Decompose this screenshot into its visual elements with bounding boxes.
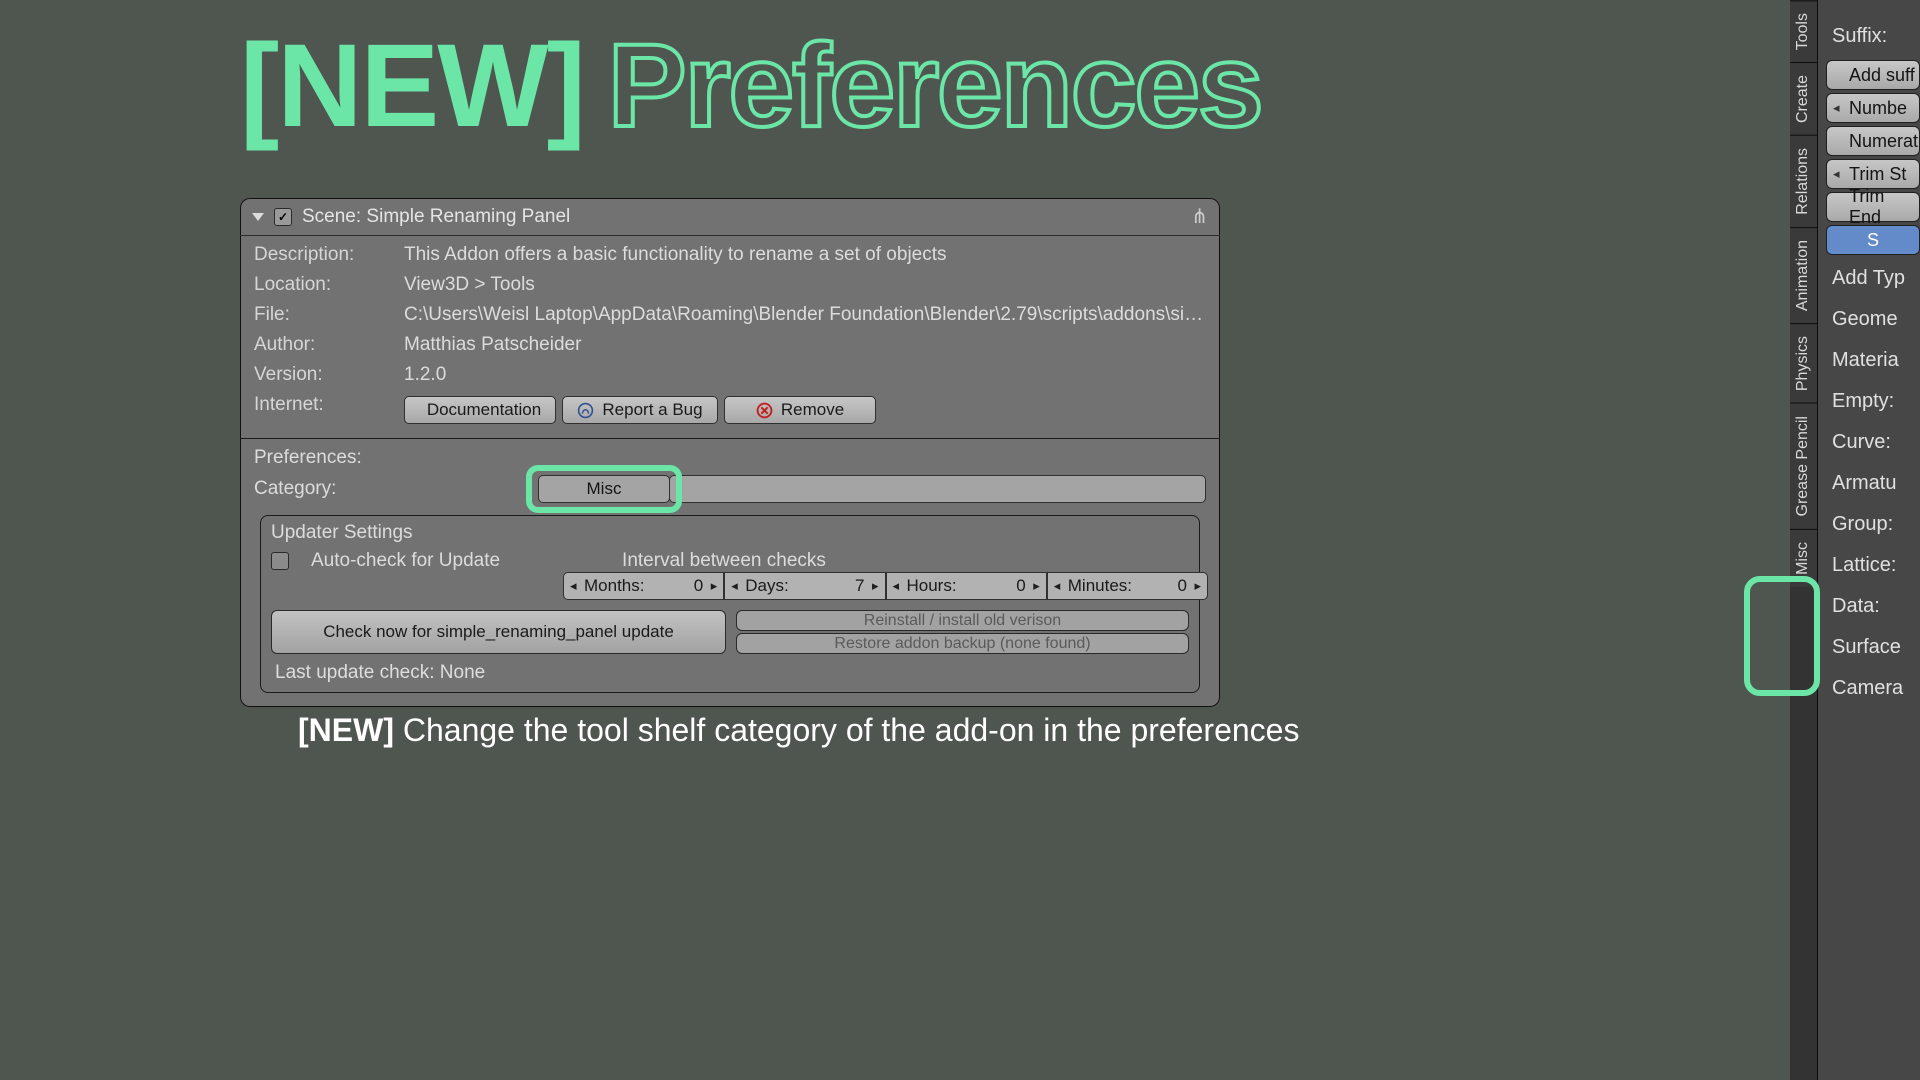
auto-check-checkbox[interactable] (271, 552, 289, 570)
description-value: This Addon offers a basic functionality … (404, 244, 1206, 266)
report-bug-button[interactable]: Report a Bug (562, 396, 718, 424)
remove-icon (756, 402, 773, 419)
documentation-button[interactable]: Documentation (404, 396, 556, 424)
addon-enable-checkbox[interactable] (274, 208, 292, 226)
chevron-right-icon[interactable]: ▸ (1033, 578, 1040, 594)
tool-shelf: Tools Create Relations Animation Physics… (1790, 0, 1920, 1080)
row-geometry: Geome (1818, 299, 1920, 340)
addon-title: Scene: Simple Renaming Panel (302, 206, 1191, 228)
title-tag: [NEW] (240, 20, 584, 152)
bug-icon (577, 402, 594, 419)
number-button[interactable]: Numbe (1826, 93, 1920, 123)
title-word: Preferences (608, 20, 1262, 152)
chevron-left-icon[interactable]: ◂ (1054, 578, 1061, 594)
addon-info: Description:This Addon offers a basic fu… (240, 236, 1220, 438)
updater-heading: Updater Settings (271, 522, 1189, 544)
tab-misc[interactable]: Misc (1790, 529, 1817, 587)
preferences-body: Preferences: Category: Updater Settings … (240, 438, 1220, 707)
row-lattice: Lattice: (1818, 545, 1920, 586)
tab-grease-pencil[interactable]: Grease Pencil (1790, 403, 1817, 529)
add-suffix-button[interactable]: Add suff (1826, 60, 1920, 90)
minutes-spinner[interactable]: ◂Minutes:0▸ (1047, 572, 1208, 600)
author-value: Matthias Patscheider (404, 334, 1206, 356)
preferences-label: Preferences: (254, 447, 1206, 469)
category-field-extend[interactable] (669, 475, 1206, 503)
disclosure-triangle-icon[interactable] (252, 213, 264, 221)
category-label: Category: (254, 478, 538, 500)
version-label: Version: (254, 364, 404, 386)
file-label: File: (254, 304, 404, 326)
description-label: Description: (254, 244, 404, 266)
category-input[interactable] (538, 475, 670, 503)
days-spinner[interactable]: ◂Days:7▸ (724, 572, 885, 600)
tab-physics[interactable]: Physics (1790, 323, 1817, 403)
row-add-type[interactable]: Add Typ (1818, 258, 1920, 299)
addon-preferences-panel: Scene: Simple Renaming Panel ⋔ Descripti… (240, 198, 1220, 707)
tab-relations[interactable]: Relations (1790, 135, 1817, 227)
remove-button[interactable]: Remove (724, 396, 876, 424)
caption: [NEW] Change the tool shelf category of … (298, 712, 1299, 749)
reinstall-button[interactable]: Reinstall / install old verison (736, 610, 1189, 631)
row-material: Materia (1818, 340, 1920, 381)
tool-shelf-body: Suffix: Add suff Numbe Numerat Trim St T… (1818, 0, 1920, 1080)
caption-text: Change the tool shelf category of the ad… (403, 712, 1300, 748)
chevron-left-icon[interactable]: ◂ (570, 578, 577, 594)
last-update-check: Last update check: None (271, 654, 1189, 686)
row-armature: Armatu (1818, 463, 1920, 504)
chevron-left-icon[interactable]: ◂ (893, 578, 900, 594)
suffix-label: Suffix: (1818, 16, 1920, 57)
tab-animation[interactable]: Animation (1790, 227, 1817, 323)
chevron-right-icon[interactable]: ▸ (711, 578, 718, 594)
trim-start-button[interactable]: Trim St (1826, 159, 1920, 189)
author-label: Author: (254, 334, 404, 356)
internet-label: Internet: (254, 394, 404, 430)
tab-tools[interactable]: Tools (1790, 0, 1817, 62)
panel-header: Scene: Simple Renaming Panel ⋔ (240, 198, 1220, 236)
row-curve: Curve: (1818, 422, 1920, 463)
months-spinner[interactable]: ◂Months:0▸ (563, 572, 724, 600)
hours-spinner[interactable]: ◂Hours:0▸ (886, 572, 1047, 600)
chevron-left-icon[interactable]: ◂ (731, 578, 738, 594)
file-value: C:\Users\Weisl Laptop\AppData\Roaming\Bl… (404, 304, 1206, 326)
selected-only-button[interactable]: S (1826, 225, 1920, 255)
check-now-button[interactable]: Check now for simple_renaming_panel upda… (271, 610, 726, 654)
location-value: View3D > Tools (404, 274, 1206, 296)
chevron-right-icon[interactable]: ▸ (1194, 578, 1201, 594)
version-value: 1.2.0 (404, 364, 1206, 386)
row-group: Group: (1818, 504, 1920, 545)
row-camera: Camera (1818, 668, 1920, 709)
chevron-right-icon[interactable]: ▸ (872, 578, 879, 594)
location-label: Location: (254, 274, 404, 296)
tab-create[interactable]: Create (1790, 62, 1817, 135)
auto-check-label: Auto-check for Update (311, 550, 500, 572)
trim-end-button[interactable]: Trim End (1826, 192, 1920, 222)
caption-tag: [NEW] (298, 712, 394, 748)
armature-icon[interactable]: ⋔ (1191, 204, 1208, 229)
numerate-button[interactable]: Numerat (1826, 126, 1920, 156)
row-empty: Empty: (1818, 381, 1920, 422)
interval-label: Interval between checks (622, 550, 826, 572)
tool-shelf-tabs: Tools Create Relations Animation Physics… (1790, 0, 1818, 1080)
page-title: [NEW]Preferences (240, 18, 1262, 154)
updater-settings: Updater Settings Auto-check for Update I… (260, 515, 1200, 693)
row-surface: Surface (1818, 627, 1920, 668)
row-data: Data: (1818, 586, 1920, 627)
restore-backup-button[interactable]: Restore addon backup (none found) (736, 633, 1189, 654)
